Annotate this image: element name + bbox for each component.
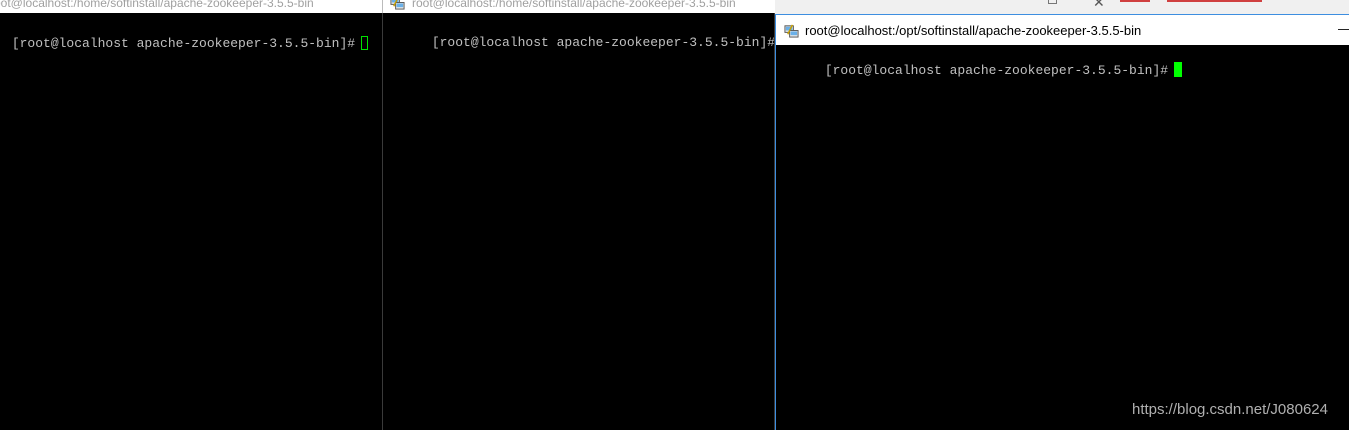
cursor	[1174, 62, 1183, 77]
window-title: root@localhost:/home/softinstall/apache-…	[412, 0, 736, 10]
terminal-window-1[interactable]: root@localhost:/home/softinstall/apache-…	[0, 0, 383, 430]
red-tab-strip	[1167, 0, 1262, 2]
minimize-icon[interactable]: —	[1005, 0, 1018, 6]
shell-prompt: [root@localhost apache-zookeeper-3.5.5-b…	[11, 36, 356, 51]
putty-icon	[390, 0, 405, 10]
window-title: root@localhost:/opt/softinstall/apache-z…	[805, 23, 1142, 38]
minimize-icon[interactable]: —	[1338, 21, 1349, 36]
window-title: root@localhost:/home/softinstall/apache-…	[0, 0, 314, 10]
close-icon[interactable]: ✕	[1093, 0, 1105, 11]
shell-prompt: [root@localhost apache-zookeeper-3.5.5-b…	[431, 35, 775, 50]
terminal-window-3[interactable]: root@localhost:/opt/softinstall/apache-z…	[775, 14, 1349, 430]
putty-icon	[784, 24, 799, 38]
terminal-area[interactable]: [root@localhost apache-zookeeper-3.5.5-b…	[383, 13, 775, 430]
title-bar[interactable]: root@localhost:/home/softinstall/apache-…	[0, 0, 383, 13]
terminal-area[interactable]: [root@localhost apache-zookeeper-3.5.5-b…	[775, 45, 1349, 430]
title-bar[interactable]: root@localhost:/opt/softinstall/apache-z…	[775, 14, 1349, 46]
terminal-area[interactable]: [root@localhost apache-zookeeper-3.5.5-b…	[0, 13, 383, 430]
shell-prompt: [root@localhost apache-zookeeper-3.5.5-b…	[824, 63, 1169, 78]
red-tab-strip	[1120, 0, 1150, 2]
watermark: https://blog.csdn.net/J080624	[1132, 401, 1328, 418]
maximize-icon[interactable]	[1048, 0, 1057, 4]
title-bar[interactable]: root@localhost:/home/softinstall/apache-…	[383, 0, 775, 13]
terminal-window-2[interactable]: root@localhost:/home/softinstall/apache-…	[383, 0, 775, 430]
cursor	[361, 36, 369, 50]
background-window-chrome: — ✕	[775, 0, 1349, 14]
